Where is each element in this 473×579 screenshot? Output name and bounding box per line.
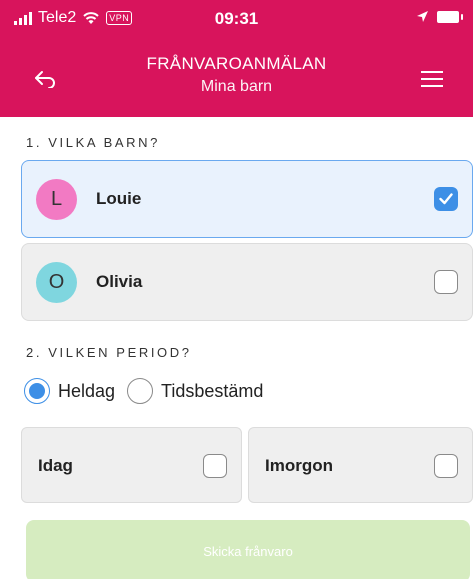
page-title-main: FRÅNVAROANMÄLAN <box>146 54 327 73</box>
child-card-olivia[interactable]: O Olivia <box>21 243 473 321</box>
day-checkbox[interactable] <box>434 454 458 478</box>
status-right <box>416 10 463 23</box>
radio-label-tidsbestamd[interactable]: Tidsbestämd <box>161 381 263 402</box>
avatar: O <box>36 261 77 303</box>
status-bar: Tele2 VPN 09:31 <box>0 0 473 38</box>
period-radio-group: Heldag Tidsbestämd <box>24 378 275 404</box>
radio-label-heldag[interactable]: Heldag <box>58 381 115 402</box>
menu-button[interactable] <box>415 62 449 96</box>
location-arrow-icon <box>417 11 428 22</box>
page-subtitle: Mina barn <box>200 78 273 95</box>
child-checkbox[interactable] <box>434 270 458 294</box>
radio-tidsbestamd[interactable] <box>127 378 154 404</box>
day-card-imorgon[interactable]: Imorgon <box>248 427 473 503</box>
day-card-idag[interactable]: Idag <box>21 427 242 503</box>
child-name: Olivia <box>96 272 143 291</box>
day-label: Idag <box>38 456 73 475</box>
hamburger-menu-icon <box>421 71 443 87</box>
day-checkbox[interactable] <box>203 454 227 478</box>
checkmark-icon <box>439 193 453 205</box>
avatar: L <box>36 178 77 220</box>
child-card-louie[interactable]: L Louie <box>21 160 473 238</box>
section-label-period: 2. VILKEN PERIOD? <box>26 345 192 360</box>
radio-heldag[interactable] <box>24 378 50 404</box>
app-header: Tele2 VPN 09:31 FRÅNVAROANMÄLAN Mina bar… <box>0 0 473 117</box>
radio-dot <box>29 383 45 399</box>
page-title: FRÅNVAROANMÄLAN Mina barn <box>0 54 473 96</box>
battery-icon <box>437 10 463 23</box>
clock: 09:31 <box>214 9 259 28</box>
child-checkbox[interactable] <box>434 187 458 211</box>
section-label-children: 1. VILKA BARN? <box>26 135 160 150</box>
child-name: Louie <box>96 189 142 208</box>
submit-absence-button[interactable]: Skicka frånvaro <box>26 520 470 579</box>
title-row: FRÅNVAROANMÄLAN Mina barn <box>0 52 473 112</box>
day-label: Imorgon <box>265 456 333 475</box>
